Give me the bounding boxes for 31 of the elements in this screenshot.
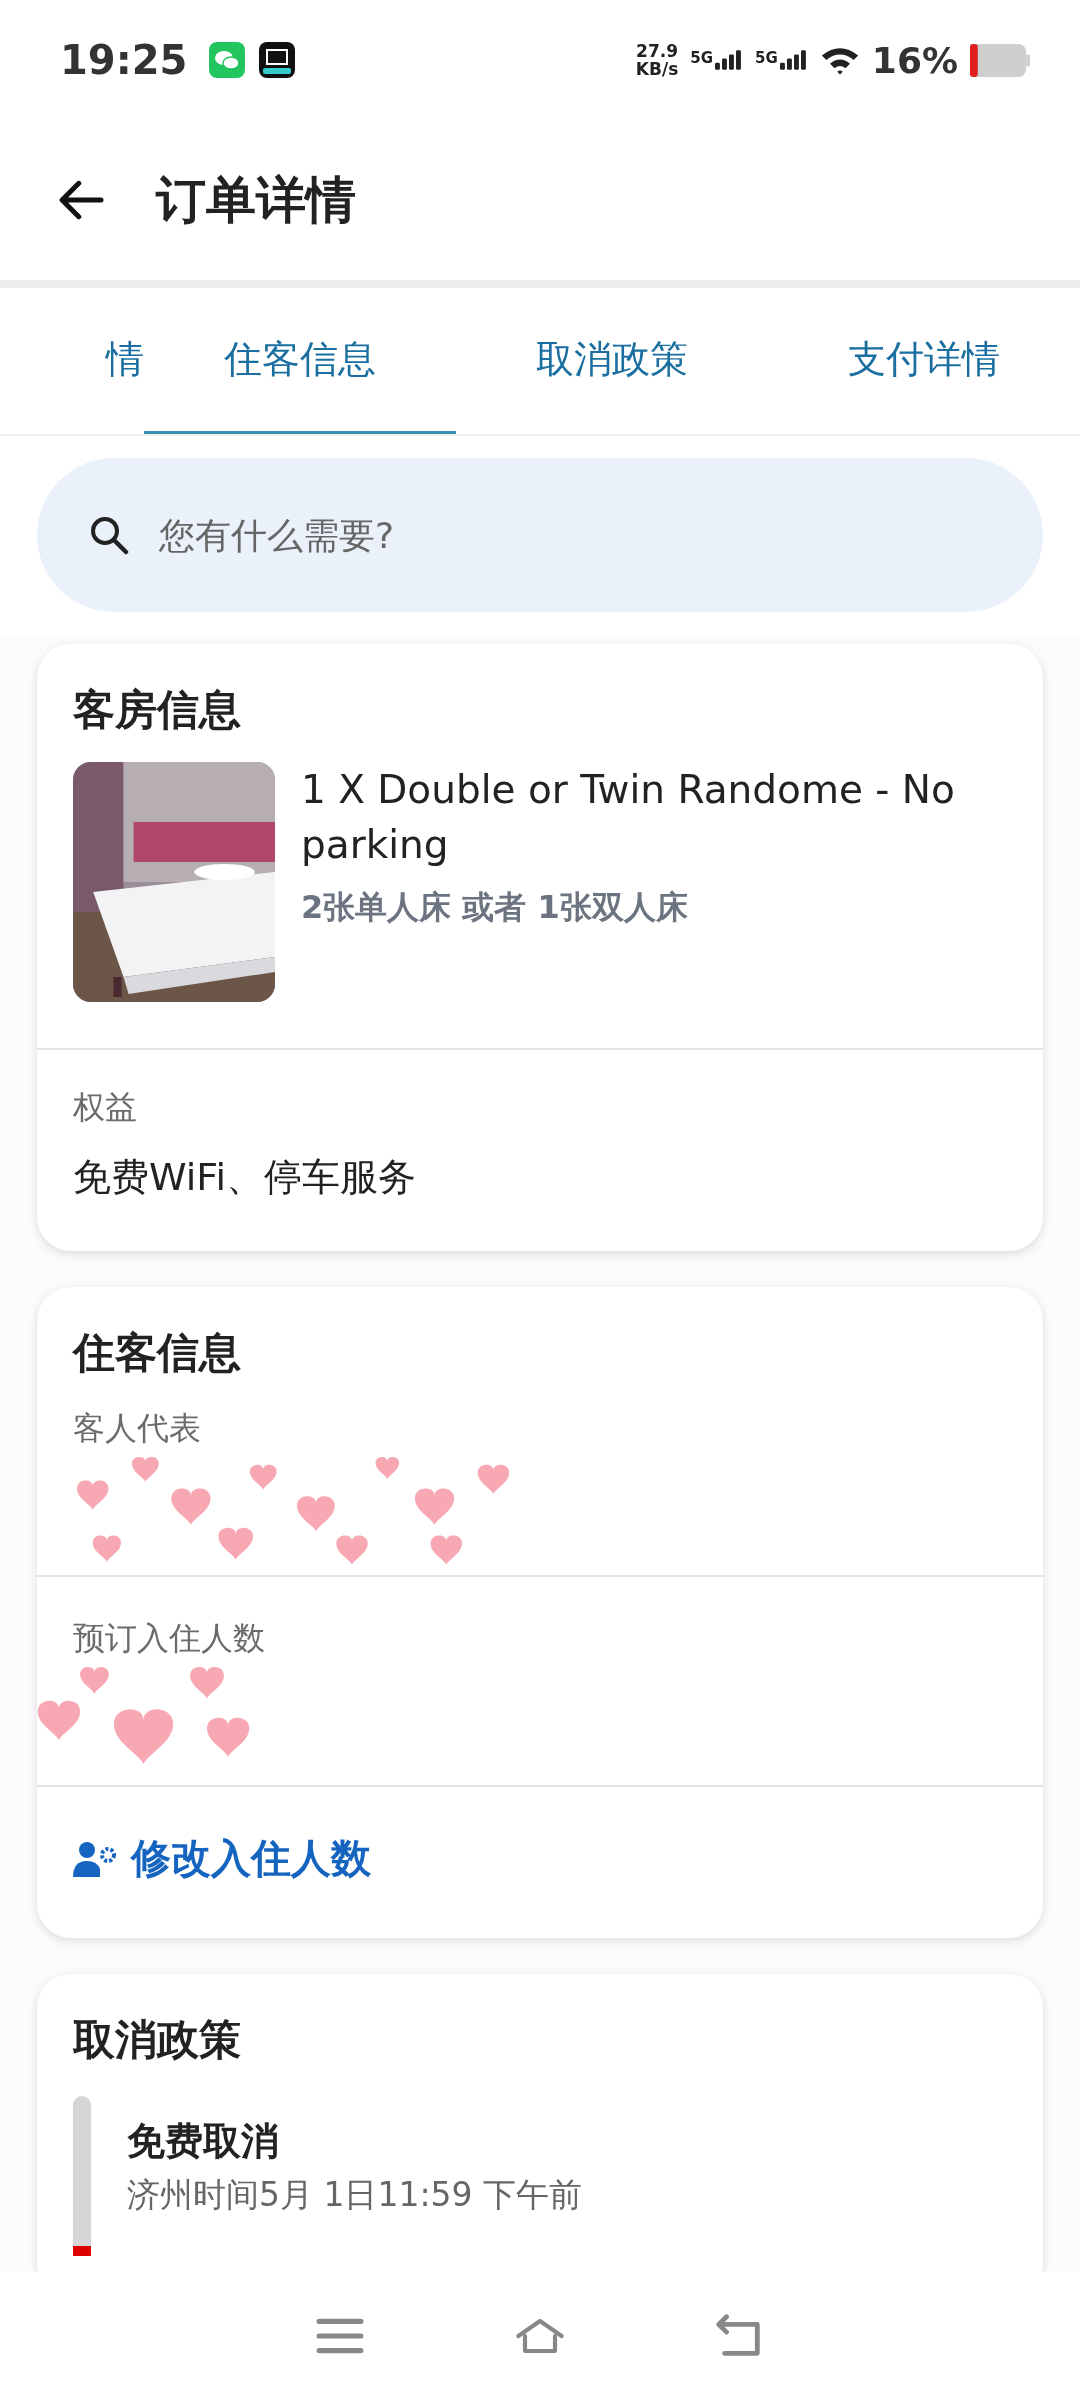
field-label: 权益 <box>73 1087 138 1128</box>
user-gear-icon <box>73 1840 117 1877</box>
edit-guests-link[interactable]: 修改入住人数 <box>37 1787 407 1938</box>
tab[interactable]: 支付详情 <box>768 288 1080 434</box>
network-speed: 27.9 KB/s <box>635 42 679 78</box>
search-field[interactable]: 您有什么需要? <box>157 513 861 557</box>
bed-info: 2张单人床 或者 1张双人床 <box>301 887 689 928</box>
search-bar[interactable]: 您有什么需要? <box>37 458 1043 612</box>
field-label: 客人代表 <box>73 1408 201 1449</box>
back-arrow-icon[interactable] <box>58 180 104 220</box>
tab[interactable]: 取消政策 <box>456 288 768 434</box>
policy-title: 免费取消 <box>127 2118 280 2165</box>
network-type: 5G <box>755 49 778 67</box>
card-title: 取消政策 <box>71 2014 242 2066</box>
battery-icon <box>970 43 1030 77</box>
chat-app-icon <box>209 42 246 78</box>
signal-icon <box>779 49 808 71</box>
policy-detail: 济州时间5月 1日11:59 下午前 <box>127 2174 583 2216</box>
network-type: 5G <box>690 49 714 67</box>
benefits-text: 免费WiFi、停车服务 <box>73 1154 417 1201</box>
card-title: 客房信息 <box>72 684 242 736</box>
battery-percent: 16% <box>871 39 958 81</box>
tab[interactable]: 住客信息 <box>144 288 456 434</box>
signal-icon <box>715 49 744 71</box>
room-name: 1 X Double or Twin Randome - No parking <box>301 766 956 869</box>
page-title: 订单详情 <box>156 169 356 231</box>
card-title: 住客信息 <box>71 1327 242 1379</box>
app-icon <box>259 42 296 78</box>
field-label: 预订入住人数 <box>73 1618 265 1659</box>
status-time: 19:25 <box>60 37 188 83</box>
search-icon <box>89 515 129 555</box>
